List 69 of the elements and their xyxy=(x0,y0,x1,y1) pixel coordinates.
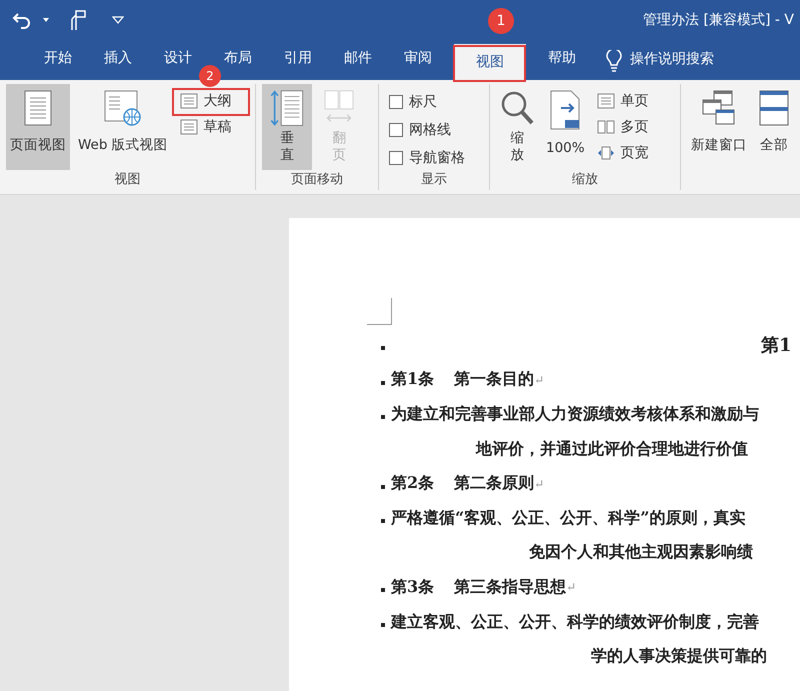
article-number: 第1条 xyxy=(391,369,434,390)
chapter-heading: 第1 xyxy=(761,334,792,358)
ribbon-tab[interactable]: 邮件 xyxy=(328,49,388,67)
body-text: 免因个人和其他主观因素影响绩 xyxy=(529,542,753,564)
ribbon-tab[interactable]: 审阅 xyxy=(388,49,448,67)
body-text: 学的人事决策提供可靠的 xyxy=(591,646,767,668)
two-pages-icon xyxy=(596,120,615,134)
bullet-mark xyxy=(381,346,385,350)
document-icon xyxy=(180,93,198,109)
ribbon-tab[interactable]: 引用 xyxy=(268,49,328,67)
ribbon-tab[interactable]: 帮助 xyxy=(532,49,592,67)
ribbon-tab[interactable]: 视图 xyxy=(454,44,526,80)
page-width-icon xyxy=(596,146,615,160)
body-text: 为建立和完善事业部人力资源绩效考核体系和激励与 xyxy=(391,404,759,425)
ribbon-button[interactable]: 单页 xyxy=(592,90,653,112)
body-text: 建立客观、公正、公开、科学的绩效评价制度，完善 xyxy=(391,612,759,633)
body-text: 严格遵循“客观、公正、公开、科学”的原则，真实 xyxy=(391,508,746,529)
ribbon-tab[interactable]: 布局 xyxy=(208,49,268,67)
bullet-mark xyxy=(381,415,385,420)
checkbox-option[interactable]: 导航窗格 xyxy=(385,146,469,170)
ribbon-button[interactable]: 草稿 xyxy=(176,116,236,138)
document-icon xyxy=(180,119,198,135)
caret-icon[interactable] xyxy=(42,17,50,23)
ribbon-button[interactable]: 100% xyxy=(542,84,589,170)
ribbon-tab[interactable]: 插入 xyxy=(88,49,148,67)
document-icon xyxy=(596,93,615,109)
bullet-mark xyxy=(381,623,385,628)
ribbon-button[interactable]: 缩放 xyxy=(496,84,538,170)
ribbon-tab[interactable]: 开始 xyxy=(28,49,88,67)
corner-mark xyxy=(367,298,392,325)
group-label: 显示 xyxy=(420,171,448,189)
magnifier-icon xyxy=(500,90,534,126)
page-icon xyxy=(24,90,52,126)
body-text: 地评价，并通过此评价合理地进行价值 xyxy=(476,438,748,460)
ribbon-button[interactable]: 多页 xyxy=(592,116,653,138)
paragraph-mark: ↵ xyxy=(534,476,544,491)
page-zoom-100-icon xyxy=(549,90,582,130)
ribbon-button[interactable]: 全部 xyxy=(755,84,793,170)
arrange-windows-icon xyxy=(759,90,789,126)
new-window-icon xyxy=(702,90,736,126)
ribbon-button[interactable]: 页宽 xyxy=(592,142,653,164)
bullet-mark xyxy=(381,588,385,592)
ribbon-tab[interactable]: 设计 xyxy=(148,49,208,67)
group-label: 缩放 xyxy=(571,171,599,189)
article-title: 第二条原则 xyxy=(454,473,534,494)
bullet-mark xyxy=(381,519,385,524)
group-label: 页面移动 xyxy=(290,171,344,189)
tell-me-search[interactable]: 操作说明搜索 xyxy=(630,44,714,80)
lightbulb-icon[interactable] xyxy=(606,50,622,72)
checkbox-option[interactable]: 标尺 xyxy=(385,90,469,114)
dropdown-caret-icon[interactable] xyxy=(112,16,124,24)
ribbon-button[interactable]: Web 版式视图 xyxy=(74,84,172,170)
checkbox-option[interactable]: 网格线 xyxy=(385,118,469,142)
paragraph-mark: ↵ xyxy=(534,372,544,387)
article-title: 第一条目的 xyxy=(454,369,534,390)
group-label: 视图 xyxy=(114,171,142,189)
ribbon-button[interactable]: 新建窗口 xyxy=(687,84,751,170)
article-number: 第2条 xyxy=(391,473,434,494)
article-title: 第三条指导思想 xyxy=(454,576,566,598)
web-page-globe-icon xyxy=(104,90,142,126)
ribbon-button[interactable]: 页面视图 xyxy=(6,84,70,170)
article-number: 第3条 xyxy=(391,576,434,598)
bullet-mark xyxy=(381,484,385,489)
bullet-mark xyxy=(381,380,385,385)
window-title: 管理办法 [兼容模式] - V xyxy=(643,11,794,29)
ribbon-button[interactable]: 垂直 xyxy=(262,84,312,170)
ribbon-button[interactable]: 大纲 xyxy=(176,90,236,112)
undo-icon[interactable] xyxy=(12,11,32,29)
paragraph-mark: ↵ xyxy=(566,580,576,594)
